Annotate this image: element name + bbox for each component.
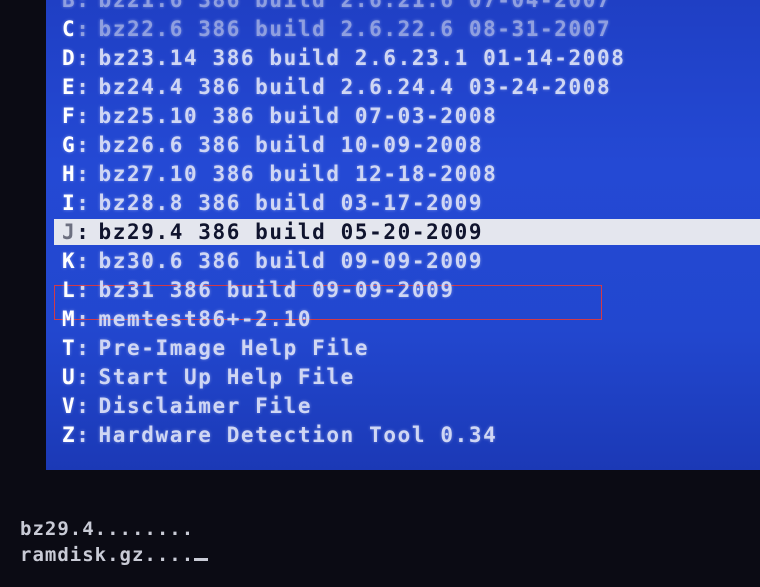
hotkey: I <box>62 191 77 215</box>
boot-menu-list: B: bz21.6 386 build 2.6.21.6 07-04-2007 C… <box>54 0 760 450</box>
separator: : <box>76 307 91 331</box>
boot-menu-item-h[interactable]: H: bz27.10 386 build 12-18-2008 <box>62 160 626 189</box>
hotkey: U <box>62 365 77 389</box>
hotkey: M <box>62 307 77 331</box>
hotkey: Z <box>62 423 77 447</box>
menu-item-label: Hardware Detection Tool 0.34 <box>98 423 498 447</box>
boot-menu-item-v[interactable]: V: Disclaimer File <box>62 392 626 421</box>
boot-menu-item-l[interactable]: L: bz31 386 build 09-09-2009 <box>62 276 626 305</box>
hotkey: K <box>62 249 77 273</box>
boot-menu-item-j-selected[interactable]: J: bz29.4 386 build 05-20-2009 <box>54 218 760 247</box>
hotkey: T <box>62 336 77 360</box>
menu-item-label: memtest86+-2.10 <box>98 307 313 331</box>
boot-menu-item-i[interactable]: I: bz28.8 386 build 03-17-2009 <box>62 189 626 218</box>
menu-item-label: bz28.8 386 build 03-17-2009 <box>98 191 484 215</box>
separator: : <box>76 336 91 360</box>
boot-menu-item-t[interactable]: T: Pre-Image Help File <box>62 334 626 363</box>
boot-console-output: bz29.4........ ramdisk.gz.... <box>20 516 209 568</box>
boot-menu-item-f[interactable]: F: bz25.10 386 build 07-03-2008 <box>62 102 626 131</box>
hotkey: D <box>62 46 77 70</box>
hotkey: J <box>62 220 77 244</box>
menu-item-label: bz22.6 386 build 2.6.22.6 08-31-2007 <box>98 17 612 41</box>
separator: : <box>76 278 91 302</box>
menu-item-label: bz27.10 386 build 12-18-2008 <box>98 162 498 186</box>
menu-item-label: bz25.10 386 build 07-03-2008 <box>98 104 498 128</box>
boot-screen: B: bz21.6 386 build 2.6.21.6 07-04-2007 C… <box>0 0 760 587</box>
menu-item-label: bz30.6 386 build 09-09-2009 <box>98 249 484 273</box>
boot-menu-item-e[interactable]: E: bz24.4 386 build 2.6.24.4 03-24-2008 <box>62 73 626 102</box>
menu-item-label: bz26.6 386 build 10-09-2008 <box>98 133 484 157</box>
hotkey: B <box>62 0 77 12</box>
separator: : <box>76 46 91 70</box>
hotkey: F <box>62 104 77 128</box>
separator: : <box>76 365 91 389</box>
menu-item-label: Start Up Help File <box>98 365 355 389</box>
separator: : <box>76 17 91 41</box>
boot-menu-panel: B: bz21.6 386 build 2.6.21.6 07-04-2007 C… <box>46 0 760 470</box>
boot-menu-item-c[interactable]: C: bz22.6 386 build 2.6.22.6 08-31-2007 <box>62 15 626 44</box>
menu-item-label: bz31 386 build 09-09-2009 <box>98 278 455 302</box>
console-line-ramdisk-text: ramdisk.gz.... <box>20 544 195 566</box>
hotkey: H <box>62 162 77 186</box>
menu-item-label: bz29.4 386 build 05-20-2009 <box>98 220 484 244</box>
boot-menu-item-g[interactable]: G: bz26.6 386 build 10-09-2008 <box>62 131 626 160</box>
boot-menu-item-d[interactable]: D: bz23.14 386 build 2.6.23.1 01-14-2008 <box>62 44 626 73</box>
boot-menu-item-z[interactable]: Z: Hardware Detection Tool 0.34 <box>62 421 626 450</box>
console-line-ramdisk: ramdisk.gz.... <box>20 542 209 568</box>
hotkey: L <box>62 278 77 302</box>
boot-menu-item-m[interactable]: M: memtest86+-2.10 <box>62 305 626 334</box>
separator: : <box>76 394 91 418</box>
hotkey: V <box>62 394 77 418</box>
separator: : <box>76 75 91 99</box>
menu-item-label: Pre-Image Help File <box>98 336 370 360</box>
console-line-kernel: bz29.4........ <box>20 518 195 540</box>
boot-menu-item-u[interactable]: U: Start Up Help File <box>62 363 626 392</box>
separator: : <box>76 133 91 157</box>
menu-item-label: bz24.4 386 build 2.6.24.4 03-24-2008 <box>98 75 612 99</box>
separator: : <box>76 423 91 447</box>
boot-menu-item-b[interactable]: B: bz21.6 386 build 2.6.21.6 07-04-2007 <box>62 0 626 15</box>
separator: : <box>76 162 91 186</box>
separator: : <box>76 191 91 215</box>
boot-menu-item-k[interactable]: K: bz30.6 386 build 09-09-2009 <box>62 247 626 276</box>
menu-item-label: Disclaimer File <box>98 394 313 418</box>
hotkey: E <box>62 75 77 99</box>
separator: : <box>76 220 91 244</box>
separator: : <box>76 0 91 12</box>
text-cursor <box>194 542 209 561</box>
menu-item-label: bz23.14 386 build 2.6.23.1 01-14-2008 <box>98 46 626 70</box>
separator: : <box>76 104 91 128</box>
separator: : <box>76 249 91 273</box>
menu-item-label: bz21.6 386 build 2.6.21.6 07-04-2007 <box>98 0 612 12</box>
hotkey: G <box>62 133 77 157</box>
hotkey: C <box>62 17 77 41</box>
